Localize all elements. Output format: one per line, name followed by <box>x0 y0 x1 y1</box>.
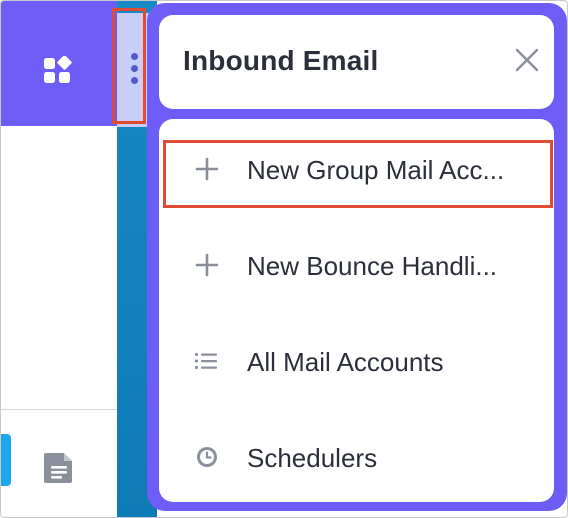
screenshot-frame: Inbound Email New Group Mail Acc... New … <box>0 0 568 518</box>
active-tab-indicator[interactable] <box>1 434 11 486</box>
menu-item-label: All Mail Accounts <box>247 347 444 377</box>
menu-item-new-bounce-handling[interactable]: New Bounce Handli... <box>159 217 554 313</box>
menu-item-all-mail-accounts[interactable]: All Mail Accounts <box>159 313 554 409</box>
app-header <box>1 1 117 126</box>
list-icon <box>195 349 219 373</box>
panel-title: Inbound Email <box>183 45 379 76</box>
menu-item-schedulers[interactable]: Schedulers <box>159 409 554 505</box>
highlight-box-kebab <box>112 8 146 124</box>
menu-item-label: Schedulers <box>247 443 378 473</box>
menu-item-label: New Bounce Handli... <box>247 251 498 281</box>
document-icon[interactable] <box>42 450 76 484</box>
highlight-box-new-group-mail-account <box>163 140 553 208</box>
plus-icon <box>195 253 219 277</box>
panel-header: Inbound Email <box>159 15 554 109</box>
close-icon[interactable] <box>514 47 540 73</box>
apps-grid-icon[interactable] <box>44 55 74 86</box>
clock-icon <box>195 445 219 469</box>
divider <box>1 409 117 410</box>
